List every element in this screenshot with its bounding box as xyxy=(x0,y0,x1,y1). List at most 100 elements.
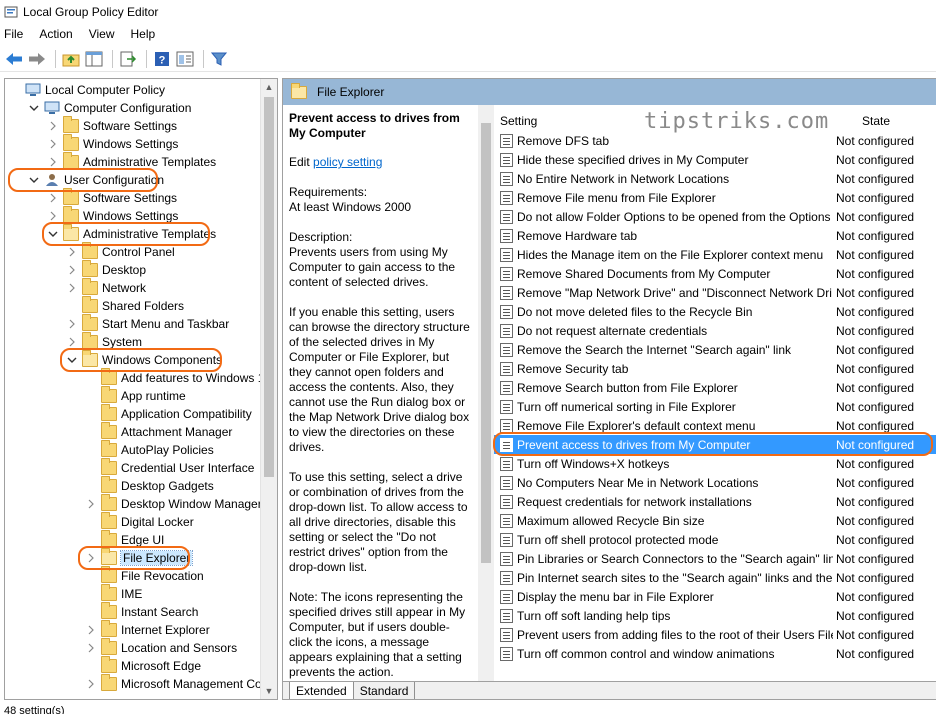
policy-row[interactable]: Remove the Search the Internet "Search a… xyxy=(494,340,936,359)
chevron-right-icon[interactable] xyxy=(47,156,59,168)
column-state[interactable]: State xyxy=(862,114,890,128)
policy-row[interactable]: Remove Shared Documents from My Computer… xyxy=(494,264,936,283)
scroll-thumb[interactable] xyxy=(264,97,274,477)
tree-item-location-and-sensors[interactable]: Location and Sensors xyxy=(85,638,237,657)
policy-row[interactable]: Turn off common control and window anima… xyxy=(494,644,936,663)
tree-item-network[interactable]: Network xyxy=(66,278,146,297)
policy-row[interactable]: Do not request alternate credentials Not … xyxy=(494,321,936,340)
export-list-button[interactable] xyxy=(118,49,138,69)
policy-row[interactable]: Pin Internet search sites to the "Search… xyxy=(494,568,936,587)
policy-row[interactable]: Do not allow Folder Options to be opened… xyxy=(494,207,936,226)
tree-item-file-explorer[interactable]: File Explorer xyxy=(85,548,194,567)
chevron-right-icon[interactable] xyxy=(47,138,59,150)
policy-row[interactable]: Remove DFS tab Not configured xyxy=(494,131,936,150)
tree-item-windows-settings[interactable]: Windows Settings xyxy=(47,206,178,225)
tab-extended[interactable]: Extended xyxy=(289,682,354,699)
policy-row[interactable]: Hide these specified drives in My Comput… xyxy=(494,150,936,169)
chevron-right-icon[interactable] xyxy=(66,336,78,348)
menu-help[interactable]: Help xyxy=(131,27,156,41)
policy-row[interactable]: Pin Libraries or Search Connectors to th… xyxy=(494,549,936,568)
scroll-up-icon[interactable]: ▲ xyxy=(261,79,277,95)
tree-item-digital-locker[interactable]: Digital Locker xyxy=(85,512,194,531)
menu-file[interactable]: File xyxy=(4,27,23,41)
scroll-down-icon[interactable]: ▼ xyxy=(261,683,277,699)
policy-row[interactable]: No Computers Near Me in Network Location… xyxy=(494,473,936,492)
tree-item-administrative-templates[interactable]: Administrative Templates xyxy=(47,224,216,243)
chevron-right-icon[interactable] xyxy=(47,120,59,132)
chevron-right-icon[interactable] xyxy=(85,624,97,636)
filter-button[interactable] xyxy=(209,49,229,69)
tree-item-add-features-to-windows-10[interactable]: Add features to Windows 10 xyxy=(85,368,271,387)
forward-button[interactable] xyxy=(27,49,47,69)
help-button[interactable]: ? xyxy=(152,49,172,69)
tree-item-user-configuration[interactable]: User Configuration xyxy=(28,171,164,189)
scroll-thumb[interactable] xyxy=(481,123,491,563)
tree-item-software-settings[interactable]: Software Settings xyxy=(47,188,177,207)
description-scrollbar[interactable] xyxy=(478,105,494,681)
tree-item-control-panel[interactable]: Control Panel xyxy=(66,242,175,261)
chevron-right-icon[interactable] xyxy=(85,498,97,510)
policy-row[interactable]: Remove File Explorer's default context m… xyxy=(494,416,936,435)
tree-item-microsoft-management-con[interactable]: Microsoft Management Con xyxy=(85,674,268,693)
policy-row[interactable]: Display the menu bar in File Explorer Not… xyxy=(494,587,936,606)
console-tree[interactable]: Local Computer Policy Computer Configurat… xyxy=(4,78,278,700)
extended-view-button[interactable] xyxy=(175,49,195,69)
chevron-right-icon[interactable] xyxy=(66,246,78,258)
menu-view[interactable]: View xyxy=(89,27,115,41)
tree-item-windows-components[interactable]: Windows Components xyxy=(66,350,222,369)
tree-item-internet-explorer[interactable]: Internet Explorer xyxy=(85,620,210,639)
tree-item-autoplay-policies[interactable]: AutoPlay Policies xyxy=(85,440,214,459)
tree-item-instant-search[interactable]: Instant Search xyxy=(85,602,198,621)
policy-row[interactable]: Prevent users from adding files to the r… xyxy=(494,625,936,644)
tree-item-file-revocation[interactable]: File Revocation xyxy=(85,566,204,585)
tree-item-microsoft-edge[interactable]: Microsoft Edge xyxy=(85,656,201,675)
tree-item-start-menu-and-taskbar[interactable]: Start Menu and Taskbar xyxy=(66,314,229,333)
tree-item-local-computer-policy[interactable]: Local Computer Policy xyxy=(9,81,165,99)
tree-item-desktop-gadgets[interactable]: Desktop Gadgets xyxy=(85,476,214,495)
tree-item-attachment-manager[interactable]: Attachment Manager xyxy=(85,422,232,441)
chevron-down-icon[interactable] xyxy=(66,354,78,366)
chevron-right-icon[interactable] xyxy=(85,552,97,564)
policy-row[interactable]: Turn off numerical sorting in File Explo… xyxy=(494,397,936,416)
tree-item-desktop[interactable]: Desktop xyxy=(66,260,146,279)
tree-item-administrative-templates[interactable]: Administrative Templates xyxy=(47,152,216,171)
chevron-right-icon[interactable] xyxy=(47,192,59,204)
policy-row[interactable]: Maximum allowed Recycle Bin size Not conf… xyxy=(494,511,936,530)
tree-item-computer-configuration[interactable]: Computer Configuration xyxy=(28,99,191,117)
policy-row[interactable]: Remove "Map Network Drive" and "Disconne… xyxy=(494,283,936,302)
menu-action[interactable]: Action xyxy=(39,27,72,41)
back-button[interactable] xyxy=(4,49,24,69)
policy-row[interactable]: Turn off soft landing help tips Not confi… xyxy=(494,606,936,625)
policy-row[interactable]: Remove File menu from File Explorer Not c… xyxy=(494,188,936,207)
tree-item-credential-user-interface[interactable]: Credential User Interface xyxy=(85,458,254,477)
chevron-down-icon[interactable] xyxy=(47,228,59,240)
policy-row[interactable]: Request credentials for network installa… xyxy=(494,492,936,511)
tree-item-software-settings[interactable]: Software Settings xyxy=(47,116,177,135)
policy-row[interactable]: Turn off Windows+X hotkeys Not configured xyxy=(494,454,936,473)
chevron-right-icon[interactable] xyxy=(85,678,97,690)
chevron-right-icon[interactable] xyxy=(66,282,78,294)
policy-row[interactable]: Remove Search button from File Explorer N… xyxy=(494,378,936,397)
policy-row[interactable]: Remove Security tab Not configured xyxy=(494,359,936,378)
up-folder-button[interactable] xyxy=(61,49,81,69)
chevron-right-icon[interactable] xyxy=(85,642,97,654)
chevron-right-icon[interactable] xyxy=(47,210,59,222)
tree-scrollbar[interactable]: ▲ ▼ xyxy=(260,79,277,699)
policy-row[interactable]: Turn off shell protocol protected mode No… xyxy=(494,530,936,549)
tab-standard[interactable]: Standard xyxy=(352,682,416,699)
tree-item-ime[interactable]: IME xyxy=(85,584,142,603)
tree-item-windows-settings[interactable]: Windows Settings xyxy=(47,134,178,153)
chevron-down-icon[interactable] xyxy=(28,174,40,186)
show-hide-tree-button[interactable] xyxy=(84,49,104,69)
policy-row[interactable]: Prevent access to drives from My Compute… xyxy=(494,435,936,454)
tree-item-system[interactable]: System xyxy=(66,332,142,351)
chevron-right-icon[interactable] xyxy=(66,318,78,330)
tree-item-edge-ui[interactable]: Edge UI xyxy=(85,530,164,549)
policy-row[interactable]: Remove Hardware tab Not configured xyxy=(494,226,936,245)
policy-row[interactable]: Do not move deleted files to the Recycle… xyxy=(494,302,936,321)
tree-item-app-runtime[interactable]: App runtime xyxy=(85,386,186,405)
chevron-down-icon[interactable] xyxy=(28,102,40,114)
edit-policy-link[interactable]: policy setting xyxy=(313,155,382,169)
column-setting[interactable]: Setting xyxy=(500,114,537,128)
tree-item-shared-folders[interactable]: Shared Folders xyxy=(66,296,184,315)
